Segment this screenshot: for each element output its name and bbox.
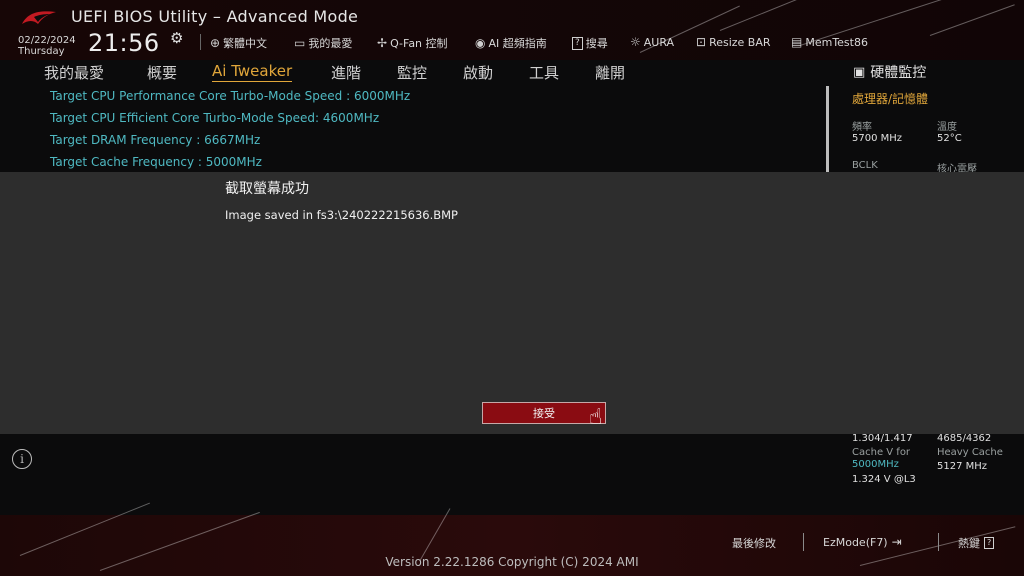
tab-my-favorites[interactable]: 我的最愛 [44, 62, 104, 83]
setting-row-pcore-turbo[interactable]: Target CPU Performance Core Turbo-Mode S… [50, 89, 410, 103]
scrollbar[interactable] [826, 86, 829, 172]
tab-advanced[interactable]: 進階 [331, 62, 361, 83]
hw-voltage-l3: 1.324 V @L3 [852, 474, 916, 485]
search-icon: ? [572, 36, 583, 50]
footer-divider [938, 533, 939, 551]
favorites-icon: ▭ [294, 36, 306, 50]
hw-section-cpu-memory: 處理器/記憶體 [852, 92, 929, 106]
memtest-button[interactable]: ▤ MemTest86 [791, 35, 868, 49]
setting-row-dram-freq[interactable]: Target DRAM Frequency : 6667MHz [50, 133, 260, 147]
memtest-icon: ▤ [791, 35, 803, 49]
tab-tool[interactable]: 工具 [529, 62, 559, 83]
gear-icon[interactable]: ⚙ [170, 29, 183, 47]
hw-bclk-label: BCLK [852, 160, 878, 171]
tab-ai-tweaker[interactable]: Ai Tweaker [212, 62, 293, 82]
hw-temp-value: 52°C [937, 133, 962, 144]
help-key-icon: ? [984, 537, 995, 549]
globe-icon: ⊕ [210, 36, 221, 50]
resize-bar-button[interactable]: ⊡ Resize BAR [696, 35, 771, 49]
aura-icon: ☼ [630, 35, 641, 49]
aura-button[interactable]: ☼ AURA [630, 35, 674, 49]
info-icon[interactable]: i [12, 449, 32, 469]
my-favorites-button[interactable]: ▭ 我的最愛 [294, 35, 352, 51]
language-button[interactable]: ⊕ 繁體中文 [210, 35, 267, 51]
hw-cache-v-freq: 5000MHz [852, 459, 899, 470]
hw-freq-label: 頻率 [852, 122, 872, 133]
resize-bar-icon: ⊡ [696, 35, 707, 49]
accept-button[interactable]: 接受 [482, 402, 606, 424]
hotkeys-button[interactable]: 熱鍵 ? [958, 535, 995, 551]
exit-arrow-icon: ⇥ [891, 535, 902, 549]
qfan-control-button[interactable]: ✢ Q-Fan 控制 [377, 35, 448, 51]
hw-monitor-title: ▣ 硬體監控 [853, 64, 927, 82]
setting-row-ecore-turbo[interactable]: Target CPU Efficient Core Turbo-Mode Spe… [50, 111, 379, 125]
hw-heavy-cache-label: Heavy Cache [937, 447, 1003, 458]
search-button[interactable]: ? 搜尋 [572, 35, 608, 51]
hw-ratio-b: 4685/4362 [937, 433, 992, 444]
date-text: 02/22/2024 [18, 35, 76, 46]
app-title: UEFI BIOS Utility – Advanced Mode [71, 7, 359, 26]
footer-divider [803, 533, 804, 551]
tab-main[interactable]: 概要 [147, 62, 177, 83]
screenshot-dialog [0, 172, 1024, 434]
fan-icon: ✢ [377, 36, 388, 50]
rog-logo-icon [22, 11, 56, 24]
ai-icon: ◉ [475, 36, 486, 50]
dialog-message: Image saved in fs3:\240222215636.BMP [225, 208, 458, 222]
ezmode-button[interactable]: EzMode(F7) ⇥ [823, 535, 902, 549]
last-modified-button[interactable]: 最後修改 [732, 535, 776, 551]
setting-row-cache-freq[interactable]: Target Cache Frequency : 5000MHz [50, 155, 262, 169]
tab-boot[interactable]: 啟動 [463, 62, 493, 83]
tab-monitor[interactable]: 監控 [397, 62, 427, 83]
hand-cursor-icon: ☝ [589, 405, 603, 430]
weekday-text: Thursday [18, 46, 65, 57]
monitor-icon: ▣ [853, 64, 866, 80]
dialog-title: 截取螢幕成功 [225, 181, 309, 197]
ai-oc-guide-button[interactable]: ◉ AI 超頻指南 [475, 35, 547, 51]
hw-ratio-a: 1.304/1.417 [852, 433, 913, 444]
hw-freq-value: 5700 MHz [852, 133, 903, 144]
tab-exit[interactable]: 離開 [595, 62, 625, 83]
toolbar-divider [200, 34, 201, 50]
hw-temp-label: 溫度 [937, 122, 957, 133]
hw-heavy-cache-value: 5127 MHz [937, 461, 988, 472]
version-text: Version 2.22.1286 Copyright (C) 2024 AMI [385, 555, 639, 569]
clock-display: 21:56 [88, 29, 160, 57]
hw-cache-v-label: Cache V for [852, 447, 911, 458]
date-display: 02/22/2024 Thursday [18, 35, 76, 57]
